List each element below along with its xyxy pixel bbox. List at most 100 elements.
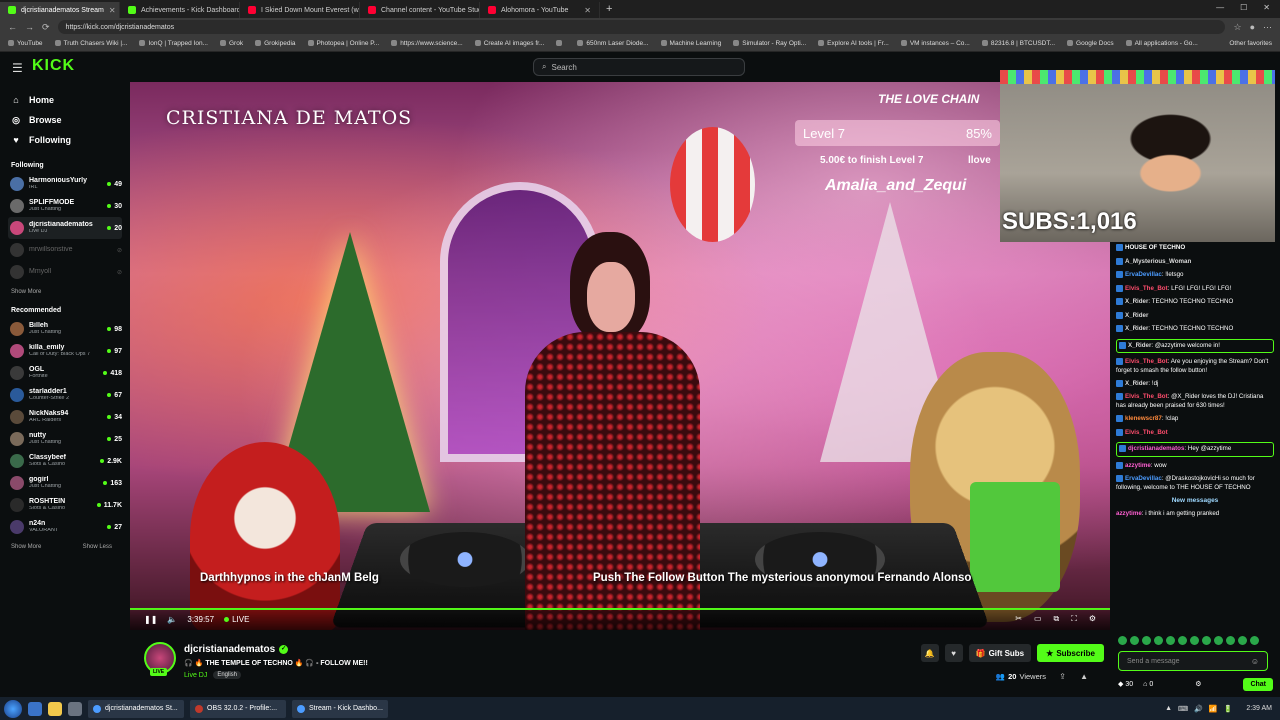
sidebar-channel[interactable]: SPLIFFMODE Just Chatting 30	[8, 195, 122, 217]
profile-icon[interactable]: ●	[1250, 22, 1255, 32]
chat-username[interactable]: azzytime	[1125, 462, 1151, 469]
chat-username[interactable]: klenewscr87	[1125, 415, 1162, 422]
bookmark-item[interactable]	[556, 40, 565, 47]
stream-category[interactable]: Live DJ	[184, 672, 207, 679]
chat-username[interactable]: HOUSE OF TECHNO	[1125, 244, 1185, 251]
sidebar-channel[interactable]: HarmoniousYurly IRL 49	[8, 173, 122, 195]
hamburger-menu-icon[interactable]: ☰	[12, 61, 23, 75]
emote-icon[interactable]	[1142, 636, 1151, 645]
show-more-button-2[interactable]: Show More	[11, 544, 41, 550]
menu-dots-icon[interactable]: ⋯	[1263, 22, 1272, 33]
bookmark-item[interactable]: Google Docs	[1067, 40, 1114, 47]
sidebar-channel[interactable]: NickNaks94 ARC Raiders 34	[8, 406, 122, 428]
search-input[interactable]: ⌕ Search	[533, 58, 745, 76]
browser-tab[interactable]: djcristianadematos Stream ✕	[0, 2, 120, 18]
media-icon[interactable]	[68, 701, 82, 716]
chat-username[interactable]: A_Mysterious_Woman	[1125, 258, 1191, 265]
sidebar-channel[interactable]: Classybeef Slots & Casino 2.9K	[8, 450, 122, 472]
clip-icon[interactable]: ✂	[1015, 614, 1022, 624]
bookmark-item[interactable]: Explore AI tools | Fr...	[818, 40, 889, 47]
sidebar-channel[interactable]: djcristianadematos Live DJ 20	[8, 217, 122, 239]
emote-icon[interactable]	[1238, 636, 1247, 645]
emote-icon[interactable]	[1154, 636, 1163, 645]
sidebar-channel[interactable]: Mmyoll ⊘	[8, 261, 122, 283]
chat-username[interactable]: ErvaDevillac	[1125, 271, 1162, 278]
tab-close-icon[interactable]: ✕	[584, 6, 591, 15]
chat-username[interactable]: Elvis_The_Bot	[1125, 285, 1168, 292]
new-tab-icon[interactable]: +	[606, 3, 612, 15]
follow-heart-button[interactable]: ♥	[944, 644, 963, 662]
tray-icon[interactable]: 🔊	[1194, 705, 1203, 713]
kick-logo[interactable]: KICK	[32, 57, 75, 75]
chat-username[interactable]: djcristianadematos	[1128, 445, 1184, 452]
tray-icon[interactable]: 📶	[1209, 705, 1218, 713]
sidebar-channel[interactable]: gogirl Just Chatting 163	[8, 472, 122, 494]
emote-icon[interactable]	[1118, 636, 1127, 645]
chat-username[interactable]: X_Rider	[1125, 325, 1148, 332]
report-flag-icon[interactable]: ▲	[1080, 672, 1088, 681]
channel-points[interactable]: ◆ 30	[1118, 680, 1133, 688]
back-icon[interactable]: ←	[8, 22, 17, 32]
emoji-picker-icon[interactable]: ☺	[1251, 657, 1259, 666]
system-clock[interactable]: 2:39 AM	[1246, 705, 1272, 712]
settings-gear-icon[interactable]: ⚙	[1089, 614, 1096, 624]
channel-name[interactable]: djcristianadematos	[184, 644, 275, 655]
fullscreen-icon[interactable]: ⛶	[1071, 614, 1077, 624]
emote-icon[interactable]	[1190, 636, 1199, 645]
emote-icon[interactable]	[1214, 636, 1223, 645]
chat-settings-icon[interactable]: ⚙	[1195, 680, 1201, 688]
tray-icon[interactable]: 🔋	[1224, 705, 1233, 713]
taskbar-task[interactable]: Stream - Kick Dashbo...	[292, 699, 388, 718]
bookmark-item[interactable]: Grok	[220, 40, 243, 47]
language-tag[interactable]: English	[213, 671, 242, 679]
star-icon[interactable]: ☆	[1233, 22, 1241, 33]
tray-icon[interactable]: ▲	[1165, 705, 1172, 712]
pip-icon[interactable]: ⧉	[1054, 614, 1060, 624]
chat-send-button[interactable]: Chat	[1243, 677, 1273, 691]
show-less-button[interactable]: Show Less	[83, 544, 112, 550]
bookmark-item[interactable]: Photopea | Online P...	[308, 40, 380, 47]
ie-icon[interactable]	[28, 701, 42, 716]
nav-link-browse[interactable]: ◎ Browse	[8, 110, 122, 130]
chat-username[interactable]: X_Rider	[1125, 312, 1148, 319]
nav-link-following[interactable]: ♥ Following	[8, 130, 122, 150]
bookmark-item[interactable]: 650nm Laser Diode...	[577, 40, 648, 47]
chat-username[interactable]: X_Rider	[1125, 298, 1148, 305]
emote-icon[interactable]	[1130, 636, 1139, 645]
chat-username[interactable]: X_Rider	[1128, 342, 1151, 349]
share-icon[interactable]: ⇪	[1059, 672, 1066, 681]
sidebar-channel[interactable]: starladder1 Counter-Strike 2 67	[8, 384, 122, 406]
bookmark-item[interactable]: Simulator - Ray Opti...	[733, 40, 806, 47]
chat-username[interactable]: X_Rider	[1125, 380, 1148, 387]
bookmark-item[interactable]: 82316.8 | BTCUSDT...	[982, 40, 1055, 47]
browser-tab[interactable]: Achievements - Kick Dashboard✕	[120, 2, 240, 18]
tab-close-icon[interactable]: ✕	[109, 6, 116, 15]
bookmark-item[interactable]: Grokipedia	[255, 40, 295, 47]
sidebar-channel[interactable]: n24n VALORANT 27	[8, 516, 122, 538]
gifts-count[interactable]: ⌂ 0	[1143, 681, 1153, 688]
sidebar-channel[interactable]: nutty Just Chatting 25	[8, 428, 122, 450]
forward-icon[interactable]: →	[25, 22, 34, 32]
chat-username[interactable]: Elvis_The_Bot	[1125, 429, 1168, 436]
sidebar-channel[interactable]: killa_emily Call of Duty: Black Ops 7 97	[8, 340, 122, 362]
emote-icon[interactable]	[1166, 636, 1175, 645]
chat-message-input[interactable]: Send a message ☺	[1118, 651, 1268, 671]
volume-icon[interactable]: 🔈	[167, 615, 177, 624]
chat-username[interactable]: Elvis_The_Bot	[1125, 358, 1168, 365]
bookmark-item[interactable]: IonQ | Trapped Ion...	[139, 40, 208, 47]
other-favorites[interactable]: Other favorites	[1229, 40, 1272, 47]
browser-tab[interactable]: Alohomora - YouTube ✕	[480, 2, 600, 18]
chat-username[interactable]: ErvaDevillac	[1125, 475, 1162, 482]
bookmark-item[interactable]: All applications - Go...	[1126, 40, 1198, 47]
subscribe-button[interactable]: ★ Subscribe	[1037, 644, 1104, 662]
minimize-icon[interactable]: —	[1216, 3, 1224, 12]
emote-icon[interactable]	[1178, 636, 1187, 645]
taskbar-task[interactable]: djcristianadematos St...	[88, 699, 184, 718]
bookmark-item[interactable]: https://www.science...	[391, 40, 463, 47]
theater-mode-icon[interactable]: ▭	[1034, 614, 1042, 624]
nav-link-home[interactable]: ⌂ Home	[8, 90, 122, 110]
show-more-button[interactable]: Show More	[11, 289, 41, 295]
sidebar-channel[interactable]: mrwillsonstive ⊘	[8, 239, 122, 261]
chat-username[interactable]: azzytime	[1116, 510, 1142, 517]
close-icon[interactable]: ✕	[1263, 3, 1270, 12]
